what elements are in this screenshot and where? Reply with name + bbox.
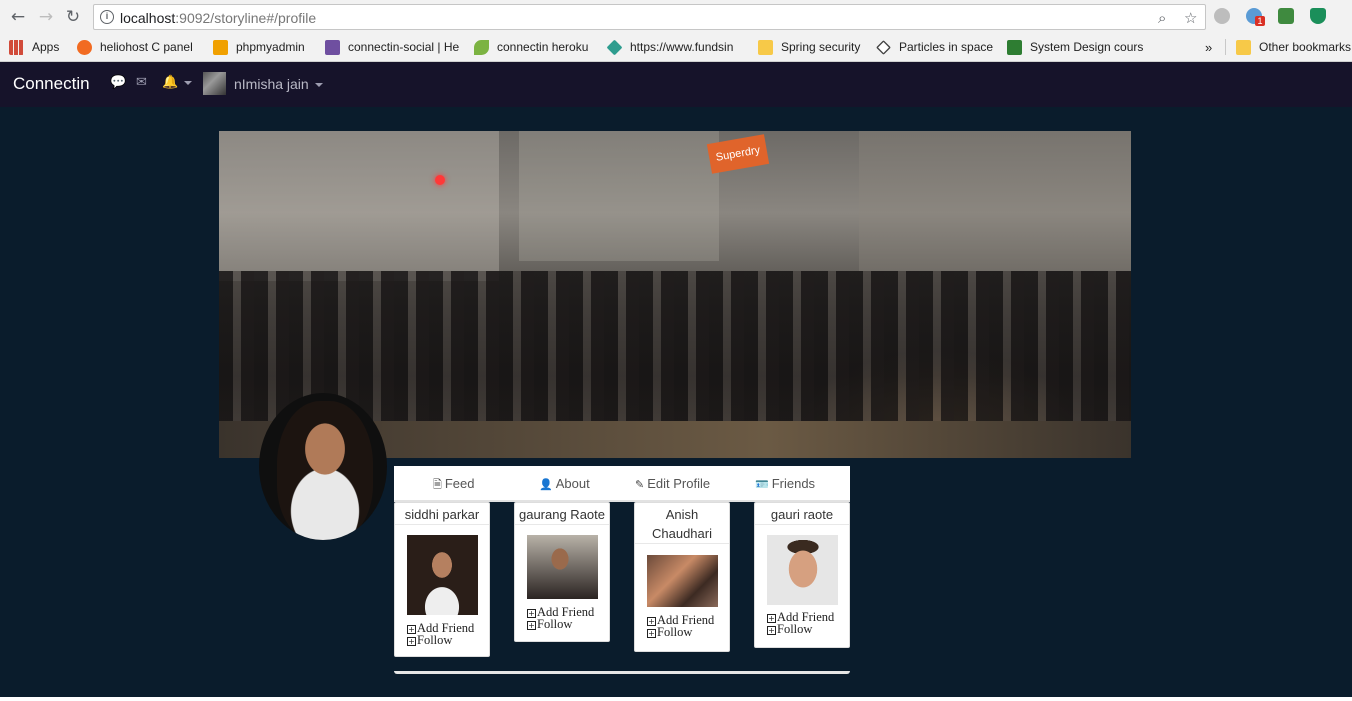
tab-edit-profile[interactable]: ✎ Edit Profile (635, 476, 710, 491)
building-center (519, 131, 719, 261)
crowd (219, 271, 1131, 421)
friend-name[interactable]: siddhi parkar (395, 503, 489, 525)
leaf-icon (474, 39, 489, 55)
codepen-icon (876, 39, 891, 55)
bookmark-star-icon[interactable]: ☆ (1184, 9, 1197, 27)
tab-about[interactable]: 👤 About (539, 476, 590, 491)
brand-logo[interactable]: Connectin (13, 74, 90, 94)
bookmarks-overflow-button[interactable]: » (1205, 36, 1212, 58)
bookmark-apps[interactable]: Apps (9, 36, 59, 58)
forward-icon[interactable]: → (35, 6, 57, 28)
address-url: localhost:9092/storyline#/profile (120, 10, 317, 26)
address-bar[interactable]: i localhost:9092/storyline#/profile ⌕ ☆ (93, 4, 1206, 30)
friend-name[interactable]: gaurang Raote (515, 503, 609, 525)
back-icon[interactable]: ← (7, 6, 29, 28)
friends-list: siddhi parkar + Add Friend + Follow gauran… (394, 502, 850, 674)
friend-actions: + Add Friend + Follow (407, 622, 474, 646)
friend-card: gaurang Raote + Add Friend + Follow (514, 502, 610, 642)
follow-button[interactable]: + Follow (407, 634, 474, 646)
notification-bell-icon[interactable]: 🔔 (162, 75, 193, 90)
site-info-icon[interactable]: i (100, 10, 114, 24)
translate-extension-icon[interactable]: 1 (1246, 8, 1265, 26)
bookmark-heliohost[interactable]: heliohost C panel (77, 36, 202, 58)
building-left (219, 131, 499, 281)
document-icon: 🗎 (433, 478, 442, 491)
zoom-icon[interactable]: ⌕ (1158, 9, 1166, 27)
plus-square-icon: + (647, 629, 656, 638)
bookmarks-bar: Apps heliohost C panel phpmyadmin connec… (0, 36, 1352, 58)
friend-card: Anish Chaudhari + Add Friend + Follow (634, 502, 730, 652)
chevron-down-icon (314, 83, 323, 88)
heroku-icon (325, 39, 340, 55)
user-menu[interactable]: nImisha jain (234, 76, 323, 92)
friend-photo[interactable] (767, 535, 838, 605)
friend-name[interactable]: Anish Chaudhari (635, 503, 729, 544)
friend-card: siddhi parkar + Add Friend + Follow (394, 502, 490, 657)
friend-actions: + Add Friend + Follow (647, 614, 714, 638)
course-icon (1007, 39, 1022, 55)
cors-extension-icon[interactable] (1278, 8, 1294, 24)
extension-badge: 1 (1255, 16, 1265, 26)
browser-toolbar: ← → ↻ i localhost:9092/storyline#/profil… (0, 0, 1352, 62)
profile-avatar[interactable] (259, 393, 387, 540)
friend-card: gauri raote + Add Friend + Follow (754, 502, 850, 648)
plus-square-icon: + (767, 614, 776, 623)
plus-square-icon: + (527, 609, 536, 618)
profile-page: Superdry 🗎 Feed 👤 About ✎ Edit Profile 🪪 Fri… (0, 107, 1352, 701)
building-right (859, 131, 1131, 271)
plus-square-icon: + (527, 621, 536, 630)
avatar[interactable] (203, 72, 226, 95)
user-icon: 👤 (539, 478, 553, 491)
follow-button[interactable]: + Follow (647, 626, 714, 638)
friend-actions: + Add Friend + Follow (767, 611, 834, 635)
tab-feed[interactable]: 🗎 Feed (433, 476, 475, 495)
bookmark-particles[interactable]: Particles in space (876, 36, 998, 58)
reload-icon[interactable]: ↻ (62, 6, 84, 28)
traffic-light (435, 175, 445, 185)
follow-button[interactable]: + Follow (527, 618, 594, 630)
bookmark-phpmyadmin[interactable]: phpmyadmin (213, 36, 318, 58)
page-bottom-edge (0, 697, 1352, 701)
bookmark-connectin-social[interactable]: connectin-social | He (325, 36, 462, 58)
bookmark-fundsindia[interactable]: https://www.fundsin (607, 36, 745, 58)
tab-friends[interactable]: 🪪 Friends (755, 476, 815, 491)
follow-button[interactable]: + Follow (767, 623, 834, 635)
shield-extension-icon[interactable] (1310, 8, 1326, 24)
app-navbar: Connectin 💬 ✉ 🔔 nImisha jain (0, 62, 1352, 107)
diamond-icon (607, 39, 623, 55)
friend-photo[interactable] (527, 535, 598, 599)
heliohost-icon (77, 39, 92, 55)
edit-icon: ✎ (635, 478, 645, 491)
bookmark-other[interactable]: Other bookmarks (1236, 36, 1352, 58)
id-card-icon: 🪪 (755, 478, 769, 491)
friend-photo[interactable] (647, 555, 718, 607)
bookmark-system-design[interactable]: System Design cours (1007, 36, 1145, 58)
bookmark-spring-security[interactable]: Spring security (758, 36, 868, 58)
profile-photo (277, 401, 373, 540)
apps-grid-icon (9, 39, 24, 55)
friend-actions: + Add Friend + Follow (527, 606, 594, 630)
folder-icon (1236, 39, 1251, 55)
folder-icon (758, 39, 773, 55)
friend-name[interactable]: gauri raote (755, 503, 849, 525)
friend-photo[interactable] (407, 535, 478, 615)
globe-extension-icon[interactable] (1214, 8, 1230, 24)
chevron-down-icon (184, 80, 193, 85)
plus-square-icon: + (407, 625, 416, 634)
bookmarks-divider (1225, 39, 1226, 55)
profile-tabs: 🗎 Feed 👤 About ✎ Edit Profile 🪪 Friends (394, 466, 850, 502)
chat-icon[interactable]: 💬 (110, 75, 126, 90)
mail-icon[interactable]: ✉ (136, 75, 147, 90)
phpmyadmin-icon (213, 39, 228, 55)
plus-square-icon: + (647, 617, 656, 626)
plus-square-icon: + (407, 637, 416, 646)
bookmark-connectin-heroku[interactable]: connectin heroku (474, 36, 599, 58)
plus-square-icon: + (767, 626, 776, 635)
